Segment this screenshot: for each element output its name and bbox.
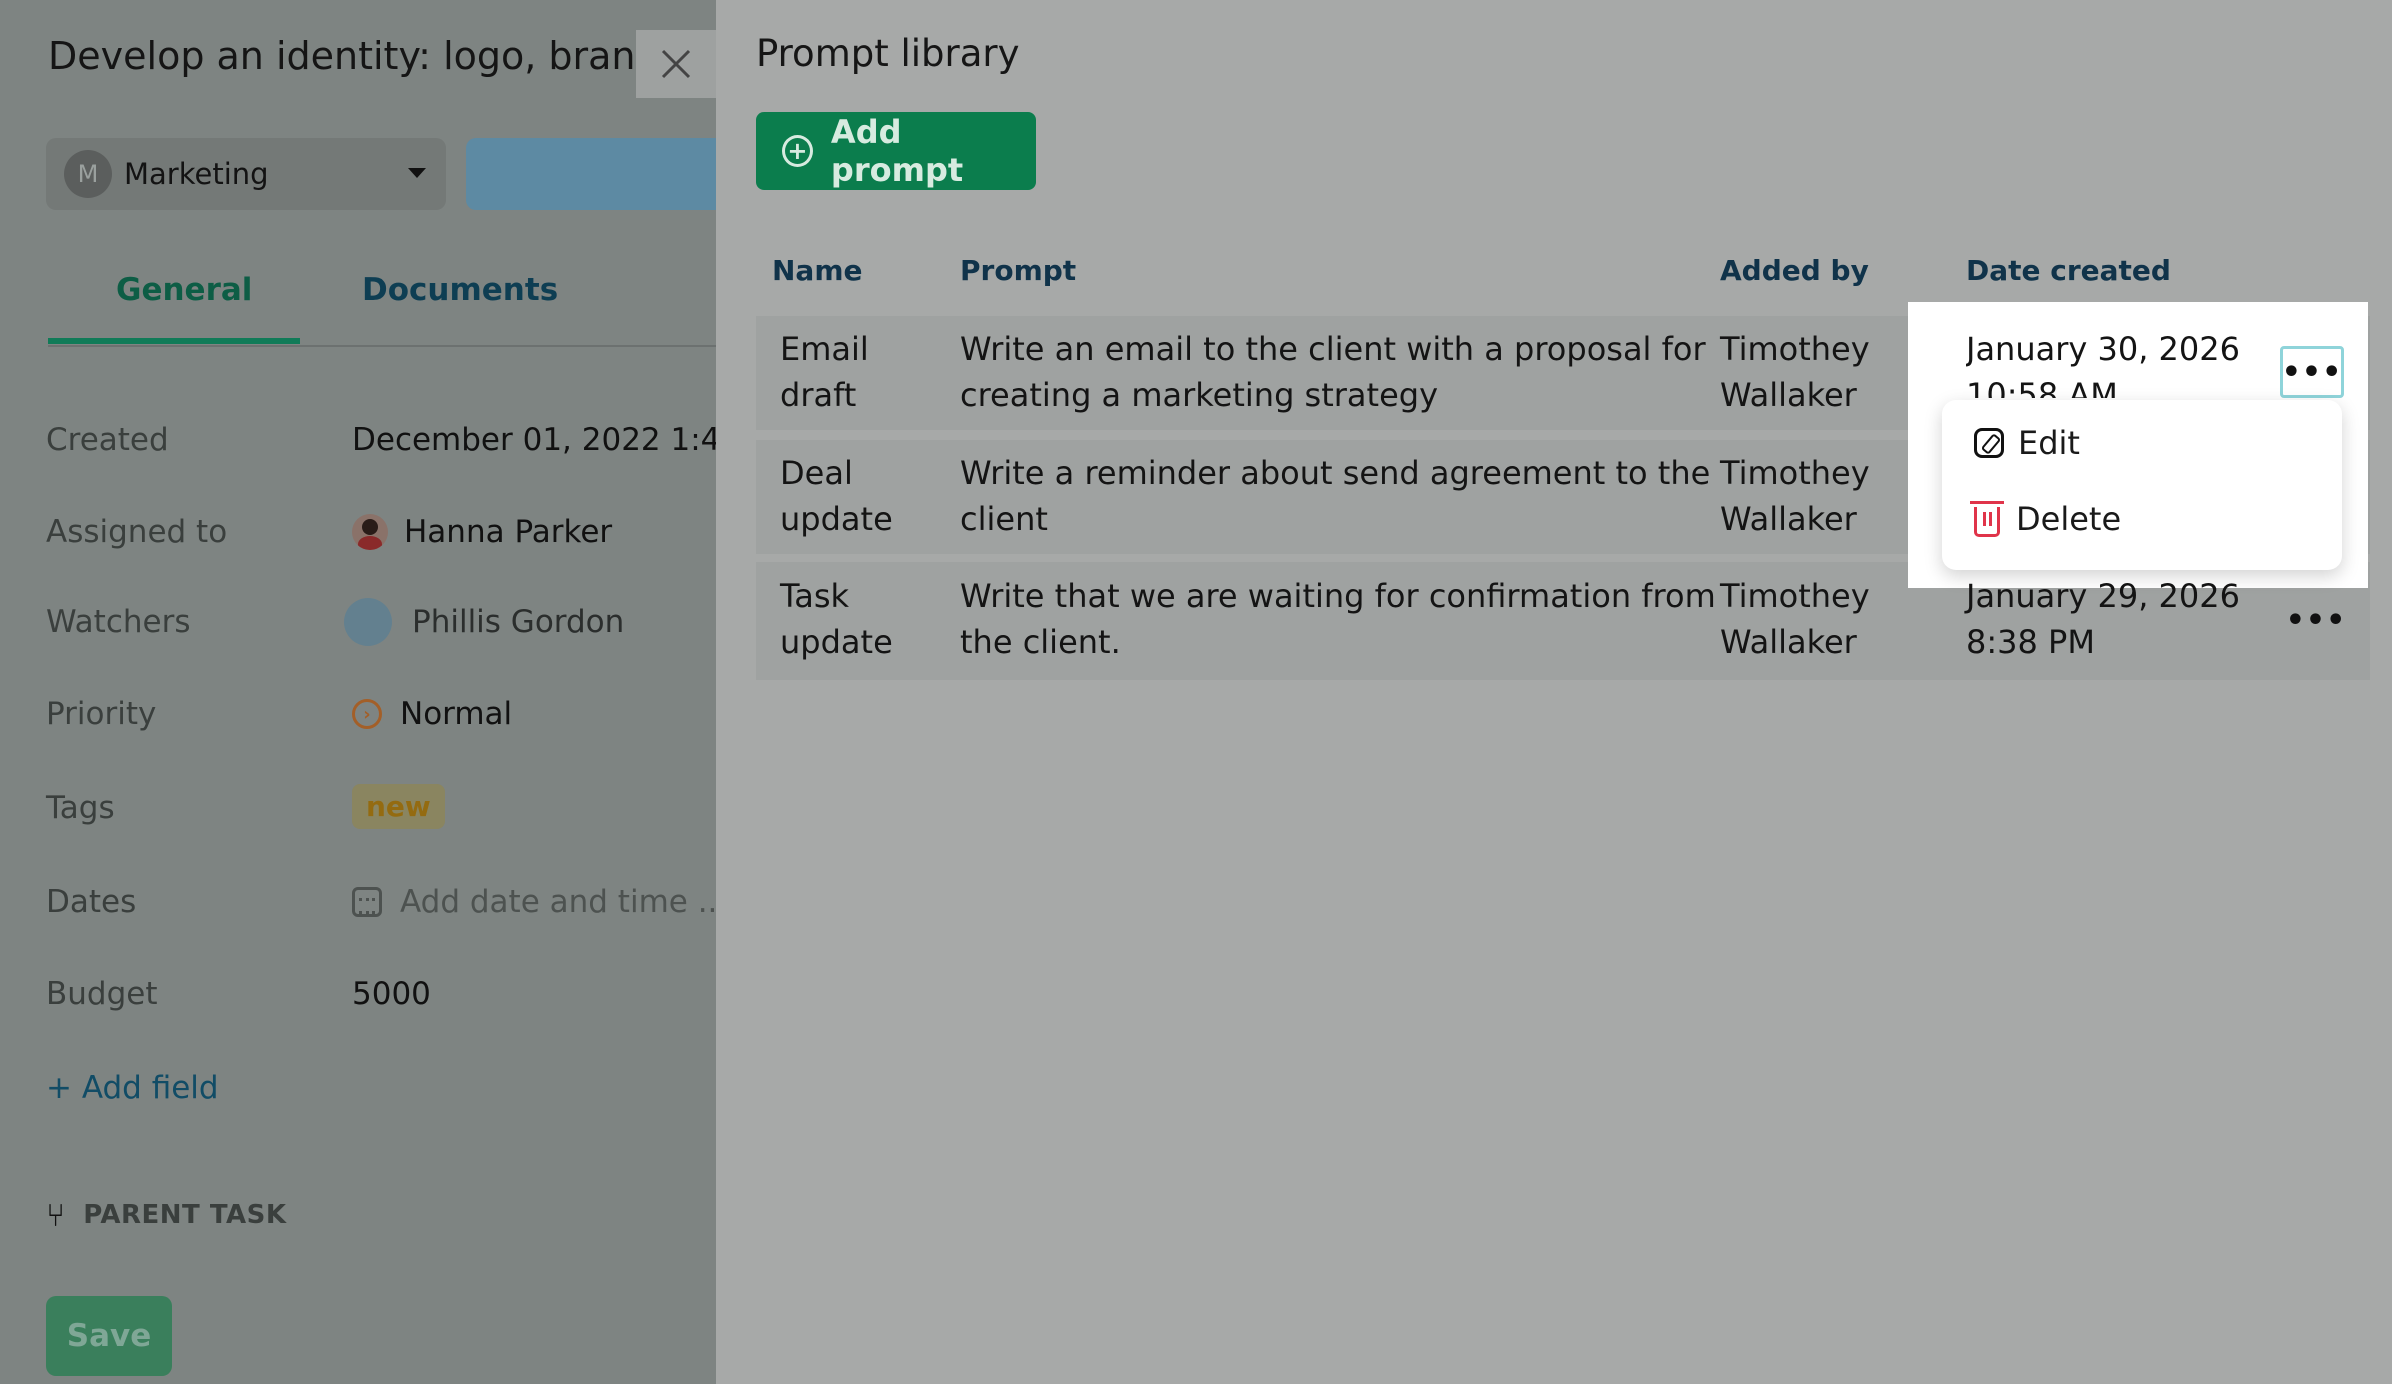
project-label: Marketing bbox=[124, 157, 269, 191]
status-button[interactable] bbox=[466, 138, 716, 210]
tab-general[interactable]: General bbox=[116, 272, 252, 308]
priority-selector[interactable]: › Normal bbox=[352, 696, 512, 732]
page-title: Prompt library bbox=[756, 32, 1020, 75]
prompt-library-panel: Prompt library + Add prompt Name Prompt … bbox=[716, 0, 2392, 1384]
row-date-created: January 29, 2026 8:38 PM bbox=[1966, 577, 2240, 661]
dates-placeholder: Add date and time ... bbox=[400, 884, 716, 920]
dates-label: Dates bbox=[46, 884, 137, 920]
task-detail-panel: Develop an identity: logo, brand book M … bbox=[0, 0, 716, 1384]
tags-field[interactable]: new bbox=[352, 784, 445, 829]
budget-label: Budget bbox=[46, 976, 158, 1012]
priority-arrow-icon: › bbox=[352, 699, 382, 729]
close-icon bbox=[661, 49, 691, 79]
watchers-label: Watchers bbox=[46, 604, 191, 640]
add-prompt-label: Add prompt bbox=[830, 113, 964, 189]
more-actions-button[interactable]: ••• bbox=[2280, 346, 2344, 398]
budget-value[interactable]: 5000 bbox=[352, 976, 431, 1012]
column-header-added-by[interactable]: Added by bbox=[1720, 254, 1869, 287]
menu-item-edit[interactable]: Edit bbox=[1974, 424, 2080, 462]
more-actions-button[interactable]: ••• bbox=[2284, 594, 2348, 646]
priority-label: Priority bbox=[46, 696, 157, 732]
row-prompt: Write a reminder about send agreement to… bbox=[960, 454, 1711, 538]
project-avatar: M bbox=[64, 150, 112, 198]
chevron-down-icon bbox=[408, 168, 426, 178]
parent-task-label: PARENT TASK bbox=[83, 1200, 287, 1230]
avatar bbox=[344, 598, 392, 646]
column-header-name[interactable]: Name bbox=[772, 254, 863, 287]
edit-label: Edit bbox=[2018, 424, 2080, 462]
row-added-by: Timothey Wallaker bbox=[1720, 454, 1870, 538]
column-header-date-created[interactable]: Date created bbox=[1966, 254, 2171, 287]
row-context-menu: Edit Delete bbox=[1942, 400, 2342, 570]
tag-badge: new bbox=[352, 784, 445, 829]
plus-circle-icon: + bbox=[782, 135, 813, 167]
trash-icon bbox=[1970, 501, 2004, 537]
row-prompt: Write that we are waiting for confirmati… bbox=[960, 577, 1716, 661]
watcher[interactable]: Phillis Gordon bbox=[344, 598, 625, 646]
row-date-created: January 30, 2026 10:58 AM bbox=[1966, 330, 2240, 398]
assigned-to-label: Assigned to bbox=[46, 514, 228, 550]
project-select[interactable]: M Marketing bbox=[46, 138, 446, 210]
active-tab-indicator bbox=[48, 338, 300, 344]
task-title: Develop an identity: logo, brand book bbox=[48, 34, 716, 78]
delete-label: Delete bbox=[2016, 500, 2122, 538]
add-field-link[interactable]: + Add field bbox=[46, 1070, 219, 1106]
row-added-by: Timothey Wallaker bbox=[1720, 330, 1870, 414]
priority-value: Normal bbox=[400, 696, 513, 732]
calendar-icon bbox=[352, 887, 382, 917]
column-header-prompt[interactable]: Prompt bbox=[960, 254, 1076, 287]
row-name: Task update bbox=[780, 577, 893, 661]
add-prompt-button[interactable]: + Add prompt bbox=[756, 112, 1036, 190]
more-horizontal-icon: ••• bbox=[2285, 602, 2347, 638]
tags-label: Tags bbox=[46, 790, 115, 826]
avatar bbox=[352, 514, 388, 550]
menu-item-delete[interactable]: Delete bbox=[1970, 500, 2122, 538]
row-name: Email draft bbox=[780, 330, 869, 414]
watcher-name: Phillis Gordon bbox=[412, 604, 625, 640]
row-name: Deal update bbox=[780, 454, 893, 538]
save-button[interactable]: Save bbox=[46, 1296, 172, 1376]
edit-icon bbox=[1974, 428, 2004, 458]
row-added-by: Timothey Wallaker bbox=[1720, 577, 1870, 661]
branch-icon: ⑂ bbox=[46, 1196, 66, 1234]
close-button[interactable] bbox=[636, 30, 716, 98]
assignee-name: Hanna Parker bbox=[404, 514, 613, 550]
tabs-divider bbox=[48, 345, 716, 347]
dates-field[interactable]: Add date and time ... bbox=[352, 884, 716, 920]
row-prompt: Write an email to the client with a prop… bbox=[960, 330, 1706, 414]
tab-documents[interactable]: Documents bbox=[362, 272, 558, 308]
parent-task-section[interactable]: ⑂ PARENT TASK bbox=[46, 1196, 287, 1234]
assignee[interactable]: Hanna Parker bbox=[352, 514, 612, 550]
created-value: December 01, 2022 1:42 bbox=[352, 422, 716, 458]
created-label: Created bbox=[46, 422, 169, 458]
more-horizontal-icon: ••• bbox=[2281, 354, 2343, 390]
